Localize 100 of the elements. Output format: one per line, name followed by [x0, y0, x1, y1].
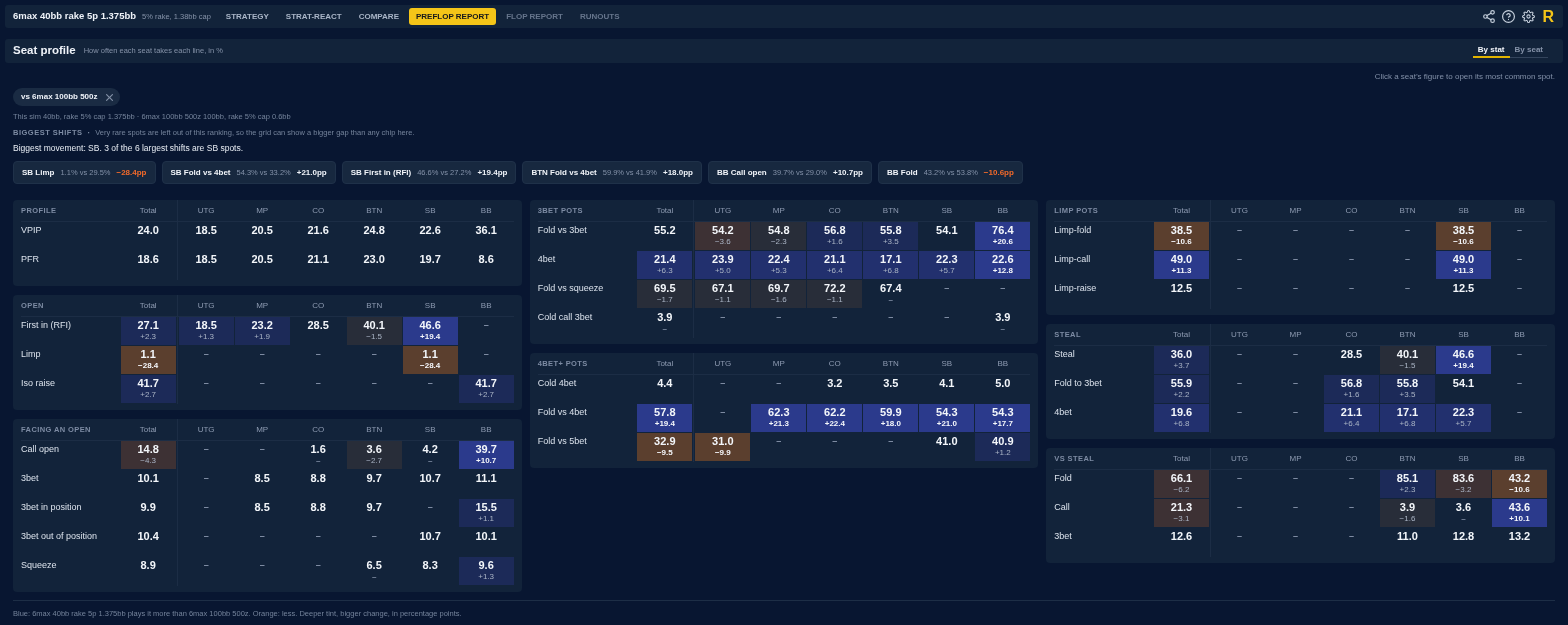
tinted-cell[interactable]: 21.1 +6.4 — [1324, 404, 1379, 432]
stat-value[interactable]: 23.2 — [251, 319, 273, 332]
stat-value[interactable]: 24.8 — [363, 224, 385, 237]
tinted-cell[interactable]: 23.2 +1.9 — [234, 317, 290, 345]
stat-value[interactable]: 15.5 — [475, 501, 497, 514]
stat-value[interactable]: 1.1 — [422, 348, 438, 361]
stat-value[interactable]: 8.3 — [422, 559, 438, 572]
stat-value[interactable]: 55.9 — [1170, 377, 1193, 390]
tinted-cell[interactable]: 62.3 +21.3 — [751, 404, 807, 432]
stat-value[interactable]: 57.8 — [654, 406, 676, 419]
tinted-cell[interactable]: 76.4 +20.6 — [975, 222, 1031, 250]
tinted-cell[interactable]: 43.2 −10.6 — [1492, 470, 1547, 498]
stat-value[interactable]: 54.3 — [992, 406, 1014, 419]
tinted-cell[interactable]: 38.5 −10.6 — [1154, 222, 1209, 250]
stat-value[interactable]: 3.9 — [1399, 501, 1416, 514]
stat-value[interactable]: 72.2 — [824, 282, 846, 295]
tinted-cell[interactable]: 14.8 −4.3 — [120, 441, 176, 469]
stat-value[interactable]: 28.5 — [1340, 348, 1363, 361]
tinted-cell[interactable]: 15.5 +1.1 — [458, 499, 514, 527]
close-icon[interactable] — [105, 93, 113, 101]
stat-value[interactable]: 12.6 — [1170, 530, 1193, 543]
tinted-cell[interactable]: 22.3 +5.7 — [919, 251, 975, 279]
stat-value[interactable]: 9.6 — [478, 559, 494, 572]
stat-value[interactable]: 22.6 — [992, 253, 1014, 266]
stat-value[interactable]: 43.2 — [1508, 472, 1531, 485]
tinted-cell[interactable]: 43.6 +10.1 — [1492, 499, 1547, 527]
stat-value[interactable]: 83.6 — [1452, 472, 1475, 485]
stat-value[interactable]: 19.7 — [419, 253, 441, 266]
stat-value[interactable]: 3.9 — [995, 311, 1011, 324]
tinted-cell[interactable]: 46.6 +19.4 — [402, 317, 458, 345]
stat-value[interactable]: 8.8 — [310, 501, 326, 514]
stat-value[interactable]: 11.0 — [1397, 530, 1418, 543]
tinted-cell[interactable]: 55.8 +3.5 — [1380, 375, 1435, 403]
stat-value[interactable]: 5.0 — [995, 377, 1011, 390]
tinted-cell[interactable]: 54.8 −2.3 — [751, 222, 807, 250]
stat-value[interactable]: 62.2 — [824, 406, 846, 419]
tinted-cell[interactable]: 41.7 +2.7 — [120, 375, 176, 403]
tinted-cell[interactable]: 3.9 −1.6 — [1380, 499, 1435, 527]
nav-tab[interactable]: PREFLOP REPORT — [408, 8, 497, 25]
stat-value[interactable]: 38.5 — [1170, 224, 1193, 237]
stat-value[interactable]: 46.6 — [1452, 348, 1475, 361]
tinted-cell[interactable]: 55.9 +2.2 — [1154, 375, 1209, 403]
tinted-cell[interactable]: 72.2 −1.1 — [807, 280, 863, 308]
stat-value[interactable]: 49.0 — [1170, 253, 1193, 266]
stat-value[interactable]: 1.1 — [140, 348, 156, 361]
stat-value[interactable]: 46.6 — [419, 319, 441, 332]
stat-value[interactable]: 17.1 — [880, 253, 902, 266]
stat-value[interactable]: 66.1 — [1170, 472, 1193, 485]
stat-value[interactable]: 8.5 — [254, 472, 270, 485]
view-tab[interactable]: By stat — [1472, 44, 1510, 58]
tinted-cell[interactable]: 22.3 +5.7 — [1436, 404, 1491, 432]
stat-value[interactable]: 39.7 — [475, 443, 497, 456]
tinted-cell[interactable]: 62.2 +22.4 — [807, 404, 863, 432]
stat-value[interactable]: 3.6 — [366, 443, 382, 456]
tinted-cell[interactable]: 23.9 +5.0 — [695, 251, 751, 279]
stat-value[interactable]: 49.0 — [1452, 253, 1475, 266]
stat-value[interactable]: 54.8 — [768, 224, 790, 237]
tinted-cell[interactable]: 17.1 +6.8 — [863, 251, 919, 279]
tinted-cell[interactable]: 85.1 +2.3 — [1380, 470, 1435, 498]
tinted-cell[interactable]: 54.3 +17.7 — [975, 404, 1031, 432]
tinted-cell[interactable]: 59.9 +18.0 — [863, 404, 919, 432]
stat-value[interactable]: 27.1 — [137, 319, 159, 332]
stat-value[interactable]: 9.9 — [140, 501, 156, 514]
stat-value[interactable]: 10.7 — [419, 530, 441, 543]
share-icon[interactable] — [1483, 10, 1496, 23]
stat-value[interactable]: 21.1 — [824, 253, 846, 266]
tinted-cell[interactable]: 40.1 −1.5 — [346, 317, 402, 345]
stat-value[interactable]: 12.5 — [1452, 282, 1475, 295]
tinted-cell[interactable]: 9.6 +1.3 — [458, 557, 514, 585]
stat-value[interactable]: 24.0 — [137, 224, 159, 237]
stat-value[interactable]: 18.5 — [195, 319, 217, 332]
stat-value[interactable]: 56.8 — [824, 224, 846, 237]
tinted-cell[interactable]: 54.2 −3.6 — [695, 222, 751, 250]
stat-value[interactable]: 59.9 — [880, 406, 902, 419]
stat-value[interactable]: 21.3 — [1170, 501, 1193, 514]
stat-value[interactable]: 12.5 — [1170, 282, 1193, 295]
stat-value[interactable]: 32.9 — [654, 435, 676, 448]
stat-value[interactable]: 67.4 — [880, 282, 902, 295]
tinted-cell[interactable]: 41.7 +2.7 — [458, 375, 514, 403]
tinted-cell[interactable]: 32.9 −9.5 — [637, 433, 693, 461]
stat-value[interactable]: 9.7 — [366, 472, 382, 485]
stat-value[interactable]: 54.2 — [712, 224, 734, 237]
tinted-cell[interactable]: 49.0 +11.3 — [1154, 251, 1209, 279]
stat-value[interactable]: 21.1 — [1340, 406, 1363, 419]
stat-value[interactable]: 20.5 — [251, 253, 273, 266]
stat-value[interactable]: 10.7 — [419, 472, 441, 485]
tinted-cell[interactable]: 69.7 −1.6 — [751, 280, 807, 308]
stat-value[interactable]: 41.0 — [936, 435, 958, 448]
stat-value[interactable]: 3.6 — [1455, 501, 1472, 514]
stat-value[interactable]: 69.7 — [768, 282, 790, 295]
tinted-cell[interactable]: 31.0 −9.9 — [695, 433, 751, 461]
stat-value[interactable]: 18.5 — [195, 224, 217, 237]
tinted-cell[interactable]: 55.8 +3.5 — [863, 222, 919, 250]
tinted-cell[interactable]: 40.1 −1.5 — [1380, 346, 1435, 374]
tinted-cell[interactable]: 21.1 +6.4 — [807, 251, 863, 279]
stat-value[interactable]: 23.9 — [712, 253, 734, 266]
stat-value[interactable]: 36.1 — [475, 224, 497, 237]
tinted-cell[interactable]: 56.8 +1.6 — [807, 222, 863, 250]
tinted-cell[interactable]: 1.1 −28.4 — [402, 346, 458, 374]
tinted-cell[interactable]: 36.0 +3.7 — [1154, 346, 1209, 374]
